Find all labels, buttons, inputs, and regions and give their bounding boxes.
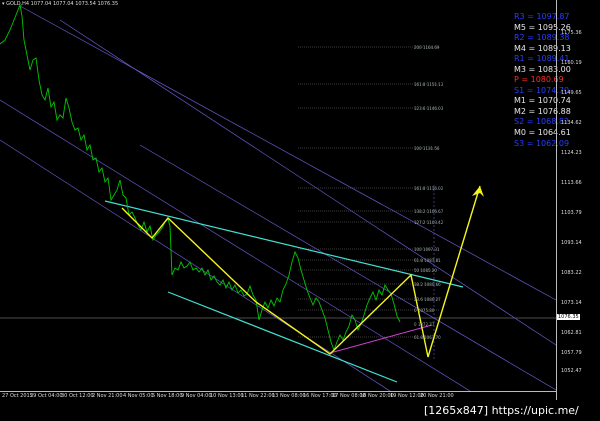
price-tick: 1103.79	[561, 210, 582, 216]
fib-label: 100 1097.31	[414, 247, 440, 252]
fib-label: 38.2 1080.66	[414, 282, 441, 287]
fib-label: 138.2 1106.67	[414, 209, 444, 214]
price-tick: 1062.81	[561, 330, 582, 336]
fib-label: 200 1164.69	[414, 45, 440, 50]
fib-label: 127.2 1103.42	[414, 220, 444, 225]
price-tick: 1057.79	[561, 350, 582, 356]
wedge-channel[interactable]	[104, 200, 464, 383]
pivot-row: R2 = 1089.38	[514, 33, 570, 43]
price-tick: 1134.62	[561, 120, 582, 126]
time-axis[interactable]: 27 Oct 2015 29 Oct 04:00 30 Oct 12:00 2 …	[0, 391, 556, 402]
fib-label: 23.6 1080.27	[414, 297, 441, 302]
time-tick: 30 Oct 12:00	[61, 393, 94, 399]
fib-label: 100 1131.56	[414, 146, 440, 151]
price-series	[0, 3, 401, 352]
pivot-row: S1 = 1074.70	[514, 85, 570, 95]
pivot-row: M0 = 1064.61	[514, 128, 571, 138]
pivot-row: M2 = 1076.88	[514, 106, 571, 116]
time-tick: 5 Nov 18:00	[152, 393, 183, 399]
plot-area[interactable]	[0, 0, 556, 391]
price-tick: 1160.19	[561, 60, 582, 66]
watermark: [1265x847] https://upic.me/	[424, 404, 579, 417]
pivot-row: M5 = 1095.26	[514, 22, 571, 32]
time-tick: 2 Nov 21:00	[92, 393, 123, 399]
pivot-row: S3 = 1062.09	[514, 138, 570, 148]
fib-label: 123.6 1146.03	[414, 106, 444, 111]
time-tick: 27 Oct 2015	[2, 393, 33, 399]
fib-label: 61.8 1067.70	[414, 335, 441, 340]
time-tick: 19 Nov 12:00	[390, 393, 424, 399]
price-axis[interactable]: 1175.36 1160.19 1149.65 1134.62 1124.23 …	[556, 0, 600, 400]
price-tick: 1149.65	[561, 90, 582, 96]
price-tick: 1124.23	[561, 150, 582, 156]
pivot-row: S2 = 1068.82	[514, 117, 570, 127]
trend-channel-lines[interactable]	[0, 5, 556, 391]
time-tick: 20 Nov 21:00	[420, 393, 454, 399]
price-tick: 1052.47	[561, 368, 582, 374]
pivot-levels-panel: R3 = 1097.87 M5 = 1095.26 R2 = 1089.38 M…	[514, 12, 571, 149]
fib-label: 0 1072.77	[414, 322, 435, 327]
time-tick: 9 Nov 04:00	[181, 393, 212, 399]
pivot-row: R1 = 1089.41	[514, 54, 570, 64]
time-tick: 18 Nov 20:00	[360, 393, 394, 399]
price-tick: 1113.66	[561, 180, 582, 186]
fib-label: 161.8 1116.02	[414, 186, 444, 191]
pivot-row: M4 = 1089.13	[514, 43, 571, 53]
arrow-head-icon	[472, 186, 484, 197]
price-tick: 1083.22	[561, 270, 582, 276]
current-price-label: 1076.35	[557, 314, 580, 320]
trading-chart[interactable]: ▾ GOLD,H4 1077.04 1077.04 1073.54 1076.3…	[0, 0, 600, 421]
pivot-row: M3 = 1083.00	[514, 64, 571, 74]
time-tick: 29 Oct 04:00	[30, 393, 63, 399]
pivot-row: P = 1080.69	[514, 75, 564, 85]
price-tick: 1175.36	[561, 30, 582, 36]
fib-label: 161.8 1151.13	[414, 82, 444, 87]
price-tick: 1073.14	[561, 300, 582, 306]
time-tick: 4 Nov 05:00	[123, 393, 154, 399]
time-tick: 10 Nov 13:00	[210, 393, 244, 399]
fib-label: 0 1075.80	[414, 308, 435, 313]
time-tick: 13 Nov 08:00	[272, 393, 306, 399]
pivot-row: M1 = 1070.74	[514, 96, 571, 106]
fib-grid	[298, 46, 440, 338]
fib-label: 50 1085.20	[414, 268, 437, 273]
time-tick: 11 Nov 22:00	[241, 393, 275, 399]
price-tick: 1093.14	[561, 240, 582, 246]
pivot-row: R3 = 1097.87	[514, 12, 570, 21]
fib-label: 61.8 1087.81	[414, 258, 441, 263]
